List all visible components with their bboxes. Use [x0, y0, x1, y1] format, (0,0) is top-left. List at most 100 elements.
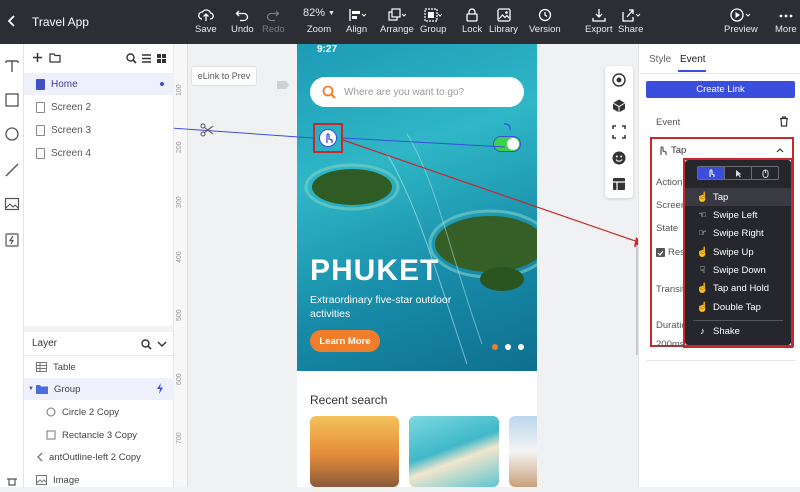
gesture-option-tap[interactable]: ☝ Tap — [685, 188, 791, 206]
layer-item-image[interactable]: Image — [24, 469, 174, 491]
history-icon — [538, 4, 552, 22]
arrange-button[interactable]: Arrange — [380, 4, 414, 35]
toggle-knob — [507, 138, 519, 150]
gesture-option-double-tap[interactable]: ☝ Double Tap — [685, 298, 791, 316]
divider — [639, 73, 800, 74]
page-icon — [36, 101, 45, 113]
preview-label: Preview — [724, 24, 758, 35]
square-icon — [46, 430, 56, 440]
preview-button[interactable]: Preview — [724, 4, 758, 35]
folder-add-icon[interactable] — [49, 52, 61, 63]
circle-tool-icon[interactable] — [4, 126, 20, 142]
swipe-down-icon: ☟ — [699, 264, 706, 276]
rectangle-tool-icon[interactable] — [4, 92, 20, 108]
carousel-dot[interactable] — [492, 344, 498, 350]
page-icon — [36, 78, 45, 90]
emoji-icon[interactable] — [611, 150, 627, 166]
gesture-option-tap-and-hold[interactable]: ☝ Tap and Hold — [685, 279, 791, 297]
undo-button[interactable]: Undo — [231, 4, 254, 35]
image-tool-icon[interactable] — [4, 196, 20, 212]
scissors-icon[interactable] — [200, 123, 214, 137]
page-item-home[interactable]: Home — [24, 73, 174, 95]
scan-icon[interactable] — [611, 124, 627, 140]
gesture-option-swipe-right[interactable]: ☞ Swipe Right — [685, 224, 791, 242]
gesture-option-shake[interactable]: ♪ Shake — [685, 322, 791, 340]
grid-view-icon[interactable] — [156, 53, 167, 64]
list-view-icon[interactable] — [141, 53, 152, 64]
page-item-screen-2[interactable]: Screen 2 — [24, 96, 174, 118]
search-input[interactable]: Where are you want to go? — [310, 77, 524, 107]
lightning-icon — [156, 383, 164, 394]
collapse-chevron-icon[interactable] — [157, 340, 167, 348]
layer-item-group[interactable]: ▼ Group — [24, 378, 174, 400]
touch-mode-icon[interactable] — [698, 167, 724, 179]
search-icon[interactable] — [126, 53, 137, 64]
zoom-control[interactable]: 82% ▼ Zoom — [303, 4, 335, 35]
lock-button[interactable]: Lock — [462, 4, 482, 35]
recent-card[interactable] — [409, 416, 499, 487]
table-layout-icon[interactable] — [611, 176, 627, 192]
toggle-switch[interactable] — [493, 136, 521, 152]
trigger-select[interactable]: Tap — [658, 145, 686, 156]
input-mode-switch — [697, 166, 779, 180]
export-button[interactable]: Export — [585, 4, 612, 35]
learn-more-button[interactable]: Learn More — [310, 330, 380, 352]
text-tool-icon[interactable] — [4, 58, 20, 74]
duration-label: Duratio — [656, 320, 687, 331]
carousel-dot[interactable] — [518, 344, 524, 350]
delete-icon[interactable] — [779, 116, 789, 127]
tab-style[interactable]: Style — [649, 54, 671, 65]
page-item-screen-3[interactable]: Screen 3 — [24, 119, 174, 141]
duration-value[interactable]: 200ms — [656, 339, 685, 350]
target-icon[interactable] — [611, 72, 627, 88]
version-button[interactable]: Version — [529, 4, 561, 35]
chevron-left-icon — [36, 452, 44, 462]
trigger-value: Tap — [671, 145, 687, 156]
redo-button[interactable]: Redo — [262, 4, 285, 35]
recent-card[interactable] — [310, 416, 399, 487]
ruler-label: 500 — [176, 309, 183, 321]
gesture-option-swipe-up[interactable]: ☝ Swipe Up — [685, 243, 791, 261]
library-button[interactable]: Library — [489, 4, 518, 35]
align-icon — [348, 4, 366, 22]
canvas[interactable]: 100 200 300 400 500 600 700 eLink to Pre… — [174, 44, 638, 487]
layer-item-table[interactable]: Table — [24, 356, 174, 378]
undo-label: Undo — [231, 24, 254, 35]
layer-search-icon[interactable] — [141, 339, 152, 350]
cube-icon[interactable] — [611, 98, 627, 114]
layer-item-rectangle[interactable]: Rectancle 3 Copy — [24, 424, 174, 446]
component-tool-icon[interactable] — [4, 232, 20, 248]
back-icon[interactable] — [6, 14, 18, 28]
vertical-ruler: 100 200 300 400 500 600 700 — [174, 44, 188, 487]
line-tool-icon[interactable] — [4, 162, 20, 178]
ruler-label: 100 — [176, 84, 183, 96]
page-icon — [36, 124, 45, 136]
create-link-button[interactable]: Create Link — [646, 81, 795, 98]
trash-icon[interactable] — [4, 476, 20, 492]
recent-card[interactable] — [509, 416, 537, 487]
share-button[interactable]: Share — [618, 4, 643, 35]
align-button[interactable]: Align — [346, 4, 367, 35]
add-page-icon[interactable] — [32, 52, 43, 63]
redo-label: Redo — [262, 24, 285, 35]
mouse-mode-icon[interactable] — [751, 167, 778, 179]
gesture-option-swipe-left[interactable]: ☜ Swipe Left — [685, 206, 791, 224]
tap-hotspot[interactable] — [313, 123, 343, 153]
swipe-right-icon: ☞ — [698, 227, 707, 239]
link-to-prev-badge[interactable]: eLink to Prev — [191, 66, 257, 86]
group-button[interactable]: Group — [420, 4, 446, 35]
folder-icon — [35, 384, 48, 394]
layers-panel: Layer Table ▼ Group Circle 2 Copy Rectan… — [24, 332, 174, 487]
chevron-up-icon[interactable] — [776, 147, 784, 153]
ruler-label: 300 — [176, 196, 183, 208]
save-button[interactable]: Save — [195, 4, 217, 35]
page-item-screen-4[interactable]: Screen 4 — [24, 142, 174, 164]
layer-item-outline-left[interactable]: antOutline-left 2 Copy — [24, 446, 174, 468]
tab-event[interactable]: Event — [680, 54, 706, 65]
more-button[interactable]: More — [775, 4, 797, 35]
layer-item-circle[interactable]: Circle 2 Copy — [24, 401, 174, 423]
cursor-mode-icon[interactable] — [724, 167, 751, 179]
carousel-dot[interactable] — [505, 344, 511, 350]
layer-label: Image — [53, 474, 80, 486]
gesture-option-swipe-down[interactable]: ☟ Swipe Down — [685, 261, 791, 279]
